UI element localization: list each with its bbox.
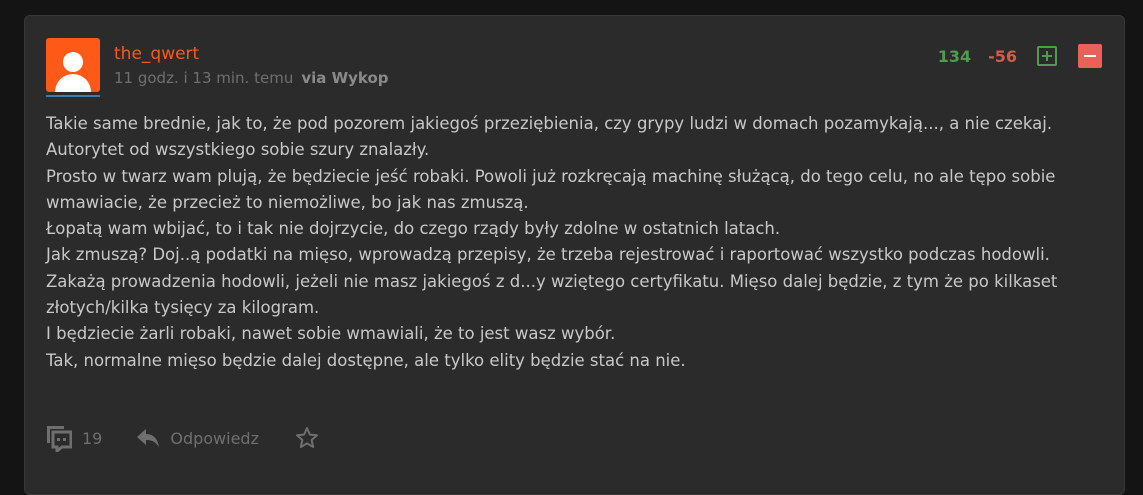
avatar-underline xyxy=(46,95,100,97)
post-paragraph: Autorytet od wszystkiego sobie szury zna… xyxy=(46,140,430,160)
upvote-button[interactable] xyxy=(1037,46,1057,66)
star-icon[interactable] xyxy=(295,426,319,450)
user-avatar-icon[interactable] xyxy=(46,38,100,92)
post-time[interactable]: 11 godz. i 13 min. temu xyxy=(114,69,293,87)
comments-count: 19 xyxy=(82,428,103,448)
downvote-count[interactable]: -56 xyxy=(988,47,1017,66)
post-source: via Wykop xyxy=(301,69,389,87)
post-paragraph: Takie same brednie, jak to, że pod pozor… xyxy=(46,114,1053,133)
post-paragraph: Prosto w twarz wam plują, że będziecie j… xyxy=(46,166,1056,212)
downvote-button[interactable] xyxy=(1078,44,1102,68)
post-footer: 19 Odpowiedz xyxy=(46,424,319,452)
reply-label: Odpowiedz xyxy=(170,428,259,448)
post-paragraph: I będziecie żarli robaki, nawet sobie wm… xyxy=(46,324,616,344)
vote-panel: 134 -56 xyxy=(938,44,1102,68)
post-content: Takie same brednie, jak to, że pod pozor… xyxy=(46,111,1076,374)
avatar-head xyxy=(63,52,83,72)
post-meta: 11 godz. i 13 min. temu via Wykop xyxy=(114,69,389,87)
comment-card: the_qwert 11 godz. i 13 min. temu via Wyk… xyxy=(24,15,1125,495)
post-paragraph: Łopatą wam wbijać, to i tak nie dojrzyci… xyxy=(46,219,781,239)
author-username[interactable]: the_qwert xyxy=(114,44,199,64)
reply-icon xyxy=(137,429,160,447)
upvote-count[interactable]: 134 xyxy=(938,47,971,66)
avatar-body xyxy=(55,74,91,92)
reply-button[interactable]: Odpowiedz xyxy=(136,428,259,448)
comments-button[interactable]: 19 xyxy=(46,424,102,452)
comments-icon xyxy=(47,426,72,452)
post-paragraph: Tak, normalne mięso będzie dalej dostępn… xyxy=(46,350,686,370)
post-paragraph: Jak zmuszą? Doj..ą podatki na mięso, wpr… xyxy=(46,245,1058,318)
